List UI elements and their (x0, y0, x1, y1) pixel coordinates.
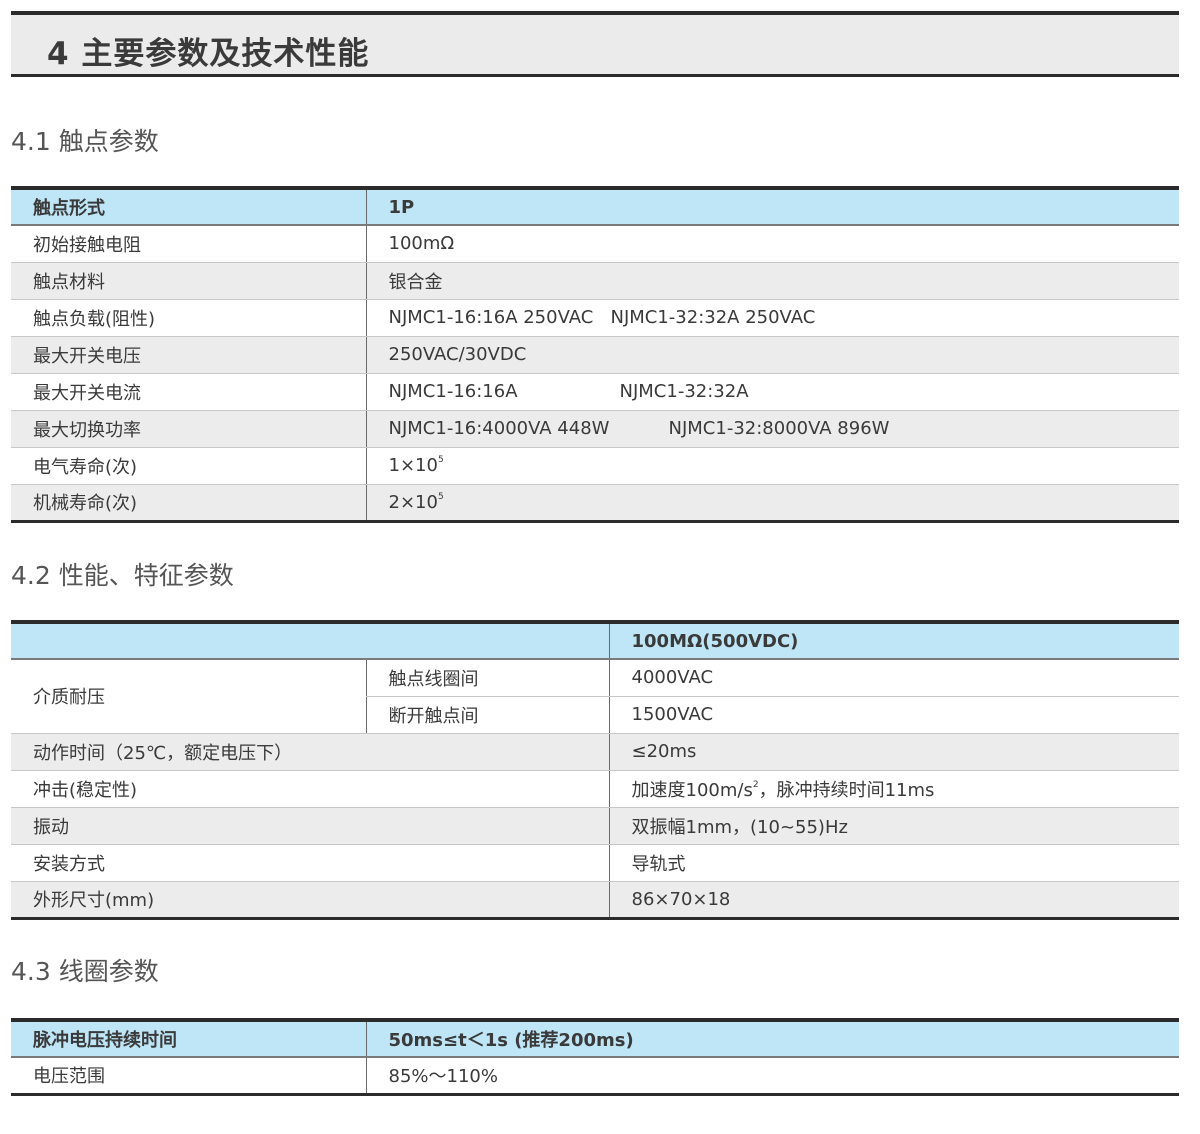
table-row: 触点负载(阻性) NJMC1-16:16A 250VAC NJMC1-32:32… (11, 299, 1179, 337)
row-label: 触点材料 (11, 262, 366, 300)
row-sublabel: 断开触点间 (365, 696, 609, 734)
table-row: 外形尺寸(mm) 86×70×18 (11, 881, 1179, 919)
table-row: 最大切换功率 NJMC1-16:4000VA 448W NJMC1-32:8000… (11, 410, 1179, 448)
row-value: NJMC1-16:4000VA 448W NJMC1-32:8000VA 896W (365, 410, 1179, 448)
row-value: 加速度100m/s2，脉冲持续时间11ms (608, 770, 1179, 808)
row-label: 初始接触电阻 (11, 225, 366, 263)
row-value: 100mΩ (365, 225, 1179, 263)
row-sublabel: 触点线圈间 (365, 659, 609, 697)
table-row: 电气寿命(次) 1×105 (11, 447, 1179, 485)
table-row: 机械寿命(次) 2×105 (11, 484, 1179, 522)
section-title-performance: 4.2 性能、特征参数 (11, 561, 234, 590)
value-part: 加速度100m/s (631, 779, 753, 801)
table-row: 振动 双振幅1mm，(10~55)Hz (11, 807, 1179, 845)
table-row: 电压范围 85%～110% (11, 1057, 1179, 1095)
row-label: 最大开关电压 (11, 336, 366, 374)
row-label: 电压范围 (11, 1057, 366, 1095)
section-title-coil: 4.3 线圈参数 (11, 957, 159, 986)
contact-parameters-table: 触点形式 1P 初始接触电阻 100mΩ 触点材料 银合金 触点负载(阻性) N… (11, 186, 1179, 523)
table-header-row: 脉冲电压持续时间 50ms≤t＜1s (推荐200ms) (11, 1020, 1179, 1058)
row-value: 1500VAC (608, 696, 1179, 734)
row-label: 最大切换功率 (11, 410, 366, 448)
coil-parameters-table: 脉冲电压持续时间 50ms≤t＜1s (推荐200ms) 电压范围 85%～11… (11, 1018, 1179, 1096)
value-base: 2×10 (388, 491, 438, 513)
performance-parameters-table: 100MΩ(500VDC) 介质耐压 触点线圈间 4000VAC 断开触点间 1… (11, 620, 1179, 920)
row-value: 85%～110% (365, 1057, 1179, 1095)
section-title-contact: 4.1 触点参数 (11, 127, 159, 156)
row-value: 250VAC/30VDC (365, 336, 1179, 374)
row-label: 触点负载(阻性) (11, 299, 366, 337)
table-header-row: 100MΩ(500VDC) (11, 622, 1179, 660)
row-label: 介质耐压 (11, 659, 366, 734)
row-label: 电气寿命(次) (11, 447, 366, 485)
table-row: 初始接触电阻 100mΩ (11, 225, 1179, 263)
value-part: NJMC1-32:32A (619, 381, 749, 402)
value-exponent: 5 (437, 455, 444, 465)
value-part: NJMC1-32:8000VA 896W (668, 418, 890, 439)
row-value: 1×105 (365, 447, 1179, 485)
row-label: 外形尺寸(mm) (11, 881, 609, 919)
header-cell: 触点形式 (11, 188, 366, 226)
header-cell: 100MΩ(500VDC) (608, 622, 1179, 660)
table-header-row: 触点形式 1P (11, 188, 1179, 226)
row-value: NJMC1-16:16A NJMC1-32:32A (365, 373, 1179, 411)
row-value: 4000VAC (608, 659, 1179, 697)
header-cell (11, 622, 609, 660)
row-value: 双振幅1mm，(10~55)Hz (608, 807, 1179, 845)
value-part: NJMC1-16:4000VA 448W (388, 418, 610, 439)
row-value: ≤20ms (608, 733, 1179, 771)
value-exponent: 5 (437, 491, 444, 502)
value-base: 1×10 (388, 455, 438, 476)
table-row: 最大开关电压 250VAC/30VDC (11, 336, 1179, 374)
value-part: NJMC1-16:16A (388, 381, 518, 402)
value-part: ，脉冲持续时间11ms (758, 779, 935, 801)
table-row: 动作时间（25℃，额定电压下） ≤20ms (11, 733, 1179, 771)
row-label: 振动 (11, 807, 609, 845)
header-cell: 脉冲电压持续时间 (11, 1020, 366, 1058)
table-row: 介质耐压 触点线圈间 4000VAC (11, 659, 1179, 734)
table-row: 安装方式 导轨式 (11, 844, 1179, 882)
row-value: NJMC1-16:16A 250VAC NJMC1-32:32A 250VAC (365, 299, 1179, 337)
page-title: 4 主要参数及技术性能 (47, 36, 370, 72)
header-cell: 50ms≤t＜1s (推荐200ms) (365, 1020, 1179, 1058)
row-label: 机械寿命(次) (11, 484, 366, 522)
header-cell: 1P (365, 188, 1179, 226)
row-value: 86×70×18 (608, 881, 1179, 919)
row-label: 冲击(稳定性) (11, 770, 609, 808)
row-label: 最大开关电流 (11, 373, 366, 411)
table-row: 触点材料 银合金 (11, 262, 1179, 300)
row-label: 动作时间（25℃，额定电压下） (11, 733, 609, 771)
row-value: 银合金 (365, 262, 1179, 300)
row-value: 2×105 (365, 484, 1179, 522)
table-row: 最大开关电流 NJMC1-16:16A NJMC1-32:32A (11, 373, 1179, 411)
table-row: 冲击(稳定性) 加速度100m/s2，脉冲持续时间11ms (11, 770, 1179, 808)
row-value: 导轨式 (608, 844, 1179, 882)
row-label: 安装方式 (11, 844, 609, 882)
page-banner: 4 主要参数及技术性能 (11, 11, 1179, 77)
